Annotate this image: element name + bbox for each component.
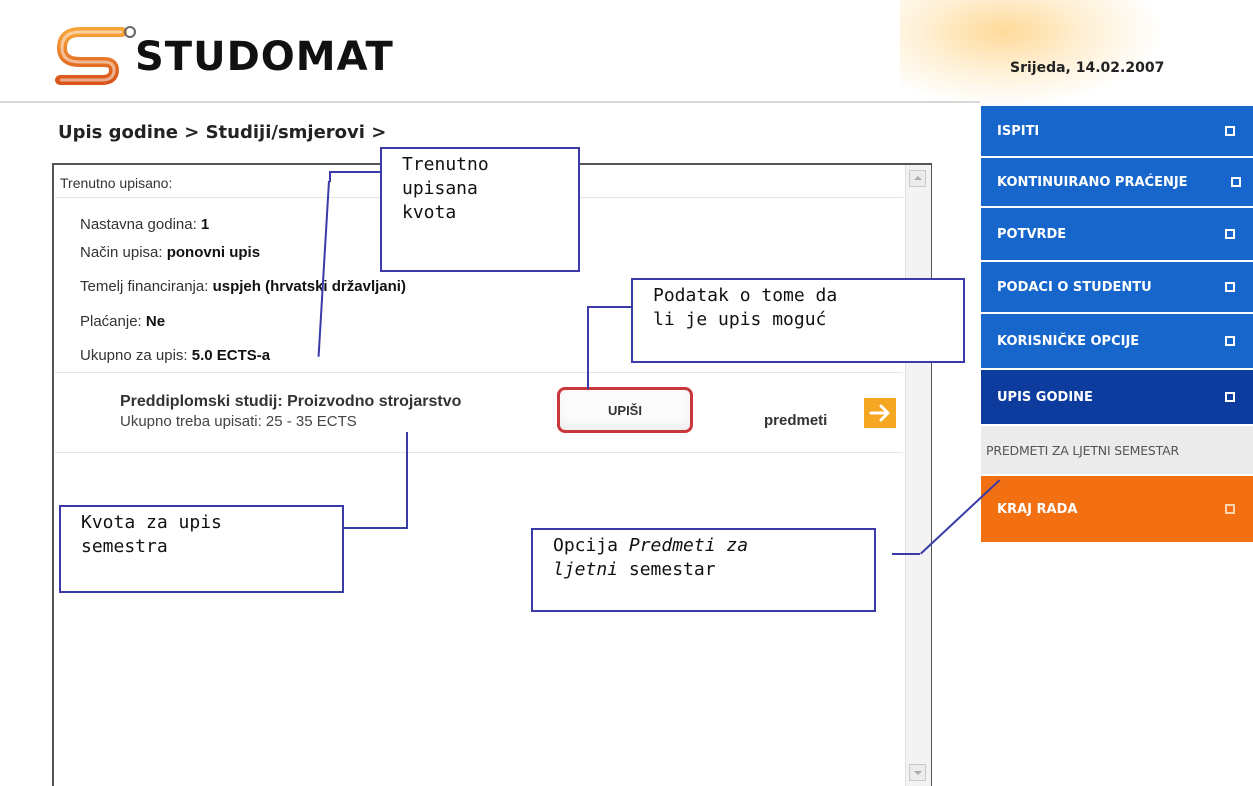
annotation-line: li je upis moguć [653, 309, 827, 330]
annotation-connector [588, 306, 631, 308]
annotation-line: ljetni semestar [553, 558, 874, 582]
current-enrollment-heading: Trenutno upisano: [60, 175, 173, 191]
field-value: uspjeh (hrvatski državljani) [212, 278, 406, 295]
sidebar-item-potvrde[interactable]: POTVRDE [981, 208, 1253, 260]
sidebar-item-label: KORISNIČKE OPCIJE [997, 333, 1140, 349]
studomat-logo: ... STUDOMAT [52, 22, 394, 93]
field-total-enrollment: Ukupno za upis: 5.0 ECTS-a [80, 347, 270, 364]
program-required-credits: Ukupno treba upisati: 25 - 35 ECTS [120, 413, 357, 430]
annotation-line: Kvota za upis [81, 512, 222, 533]
header-divider [0, 101, 980, 103]
sidebar-item-ispiti[interactable]: ISPITI [981, 106, 1253, 156]
sidebar-item-podaci-o-studentu[interactable]: PODACI O STUDENTU [981, 262, 1253, 312]
sidebar-item-label: POTVRDE [997, 226, 1067, 242]
subjects-arrow-button[interactable] [864, 398, 896, 428]
annotation-current-quota: Trenutno upisana kvota [380, 147, 580, 272]
header-glow [900, 0, 1160, 105]
arrow-right-icon [869, 404, 890, 422]
menu-marker-icon [1225, 126, 1235, 136]
enroll-button[interactable]: UPIŠI [557, 387, 693, 433]
annotation-connector [406, 432, 408, 529]
sidebar-item-label: KONTINUIRANO PRAĆENJE [997, 174, 1188, 190]
field-label: Temelj financiranja: [80, 278, 213, 295]
scroll-down-button[interactable] [909, 764, 926, 781]
sidebar-item-korisnicke-opcije[interactable]: KORISNIČKE OPCIJE [981, 314, 1253, 368]
annotation-line: Opcija Predmeti za [553, 534, 874, 558]
annotation-enroll-possible: Podatak o tome da li je upis moguć [631, 278, 965, 363]
sidebar-item-predmeti-za-ljetni-semestar[interactable]: PREDMETI ZA LJETNI SEMESTAR [981, 426, 1253, 474]
menu-marker-icon [1225, 392, 1235, 402]
annotation-connector [892, 553, 920, 555]
sidebar-item-kontinuirano-pracenje[interactable]: KONTINUIRANO PRAĆENJE [981, 158, 1253, 206]
menu-marker-icon [1225, 282, 1235, 292]
field-label: Nastavna godina: [80, 216, 201, 233]
annotation-line: upisana [402, 178, 478, 199]
menu-marker-icon [1231, 177, 1241, 187]
scroll-up-icon [914, 176, 922, 180]
annotation-connector [587, 306, 589, 389]
field-value: 5.0 ECTS-a [191, 347, 271, 364]
annotation-line: Podatak o tome da [653, 285, 838, 306]
scroll-down-icon [914, 771, 922, 775]
field-label: Način upisa: [80, 244, 167, 261]
breadcrumb: Upis godine > Studiji/smjerovi > [58, 122, 387, 143]
field-value: Ne [145, 313, 166, 330]
field-label: Plaćanje: [80, 313, 146, 330]
annotation-italic: ljetni [553, 559, 619, 580]
current-date: Srijeda, 14.02.2007 [1010, 60, 1165, 76]
annotation-line: kvota [402, 202, 457, 223]
divider [55, 452, 903, 453]
field-value: ponovni upis [166, 244, 261, 261]
sidebar-item-label: ISPITI [997, 123, 1040, 139]
field-academic-year: Nastavna godina: 1 [80, 216, 209, 233]
vertical-scrollbar[interactable] [905, 165, 931, 786]
svg-text:...: ... [62, 83, 71, 92]
annotation-connector [330, 171, 380, 173]
sidebar-item-kraj-rada[interactable]: KRAJ RADA [981, 476, 1253, 542]
brand-name: STUDOMAT [135, 34, 394, 80]
scroll-up-button[interactable] [909, 170, 926, 187]
field-payment: Plaćanje: Ne [80, 313, 165, 330]
program-title: Preddiplomski studij: Proizvodno strojar… [120, 393, 462, 410]
logo-s-mark-icon: ... [55, 26, 136, 93]
menu-marker-icon [1225, 336, 1235, 346]
sidebar-item-label: PREDMETI ZA LJETNI SEMESTAR [986, 442, 1179, 458]
annotation-line: Trenutno [402, 154, 489, 175]
annotation-text: Opcija [553, 535, 629, 556]
field-label: Ukupno za upis: [80, 347, 192, 364]
menu-marker-icon [1225, 229, 1235, 239]
sidebar-item-label: UPIS GODINE [997, 389, 1093, 405]
annotation-semester-quota: Kvota za upis semestra [59, 505, 344, 593]
annotation-italic: Predmeti za [628, 535, 749, 556]
sidebar-item-label: PODACI O STUDENTU [997, 279, 1152, 295]
annotation-line: semestra [81, 536, 168, 557]
sidebar-item-upis-godine[interactable]: UPIS GODINE [981, 370, 1253, 424]
annotation-text: semestar [618, 559, 716, 580]
field-enrollment-method: Način upisa: ponovni upis [80, 244, 260, 261]
annotation-summer-option: Opcija Predmeti za ljetni semestar [531, 528, 876, 612]
field-value: 1 [200, 216, 210, 233]
field-funding-basis: Temelj financiranja: uspjeh (hrvatski dr… [80, 278, 406, 295]
sidebar-item-label: KRAJ RADA [997, 501, 1078, 517]
subjects-link[interactable]: predmeti [764, 412, 827, 429]
logout-icon [1225, 504, 1235, 514]
divider [55, 372, 903, 373]
annotation-connector [344, 527, 407, 529]
